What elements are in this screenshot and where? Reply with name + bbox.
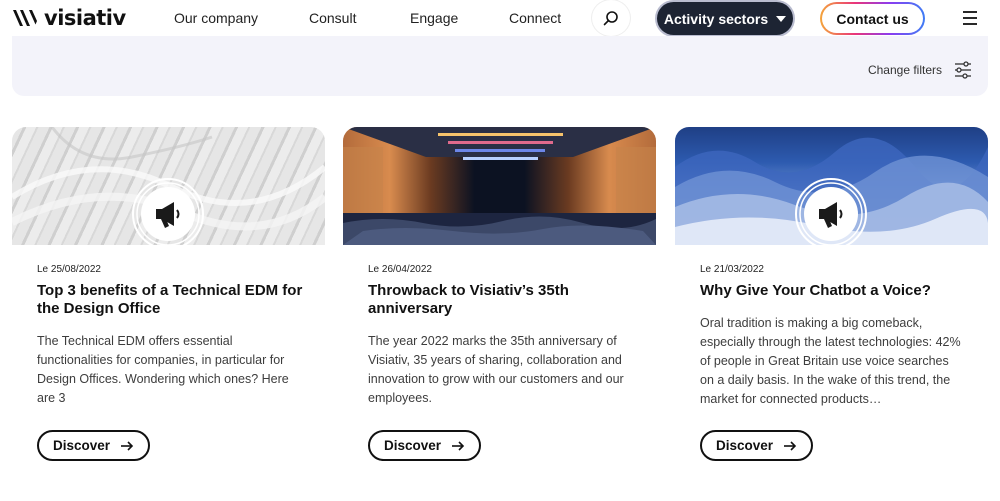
nav-consult[interactable]: Consult	[309, 10, 356, 26]
filter-sliders-icon[interactable]	[954, 61, 972, 79]
article-description: The year 2022 marks the 35th anniversary…	[368, 334, 624, 405]
logo-mark-icon	[13, 10, 37, 26]
article-card[interactable]: Le 25/08/2022 Top 3 benefits of a Techni…	[12, 127, 325, 461]
article-image-art	[343, 127, 656, 245]
filter-bar: Change filters	[12, 36, 988, 96]
discover-button[interactable]: Discover	[37, 430, 150, 461]
megaphone-badge	[132, 178, 204, 245]
megaphone-icon	[132, 178, 204, 245]
megaphone-icon	[795, 178, 867, 245]
arrow-right-icon	[121, 440, 134, 451]
article-image[interactable]	[343, 127, 656, 245]
article-date: Le 21/03/2022	[700, 264, 764, 275]
change-filters-link[interactable]: Change filters	[868, 63, 942, 77]
nav-engage[interactable]: Engage	[410, 10, 458, 26]
activity-sectors-label: Activity sectors	[663, 10, 769, 27]
menu-icon	[963, 11, 977, 25]
article-date: Le 26/04/2022	[368, 264, 432, 275]
nav-our-company[interactable]: Our company	[174, 10, 258, 26]
activity-sectors-button[interactable]: Activity sectors	[657, 2, 793, 35]
article-image[interactable]	[12, 127, 325, 245]
search-button[interactable]	[592, 0, 630, 36]
article-description: Oral tradition is making a big comeback,…	[700, 316, 961, 406]
discover-button[interactable]: Discover	[700, 430, 813, 461]
discover-label: Discover	[52, 438, 111, 453]
nav-connect[interactable]: Connect	[509, 10, 561, 26]
article-card[interactable]: Le 26/04/2022 Throwback to Visiativ’s 35…	[343, 127, 656, 461]
caret-down-icon	[776, 15, 787, 22]
contact-us-label: Contact us	[822, 4, 923, 33]
contact-us-button[interactable]: Contact us	[820, 2, 925, 35]
discover-button[interactable]: Discover	[368, 430, 481, 461]
discover-label: Discover	[715, 438, 774, 453]
discover-label: Discover	[383, 438, 442, 453]
visiativ-logo[interactable]: visiativ	[12, 6, 126, 30]
article-title[interactable]: Top 3 benefits of a Technical EDM for th…	[37, 282, 307, 318]
article-date: Le 25/08/2022	[37, 264, 101, 275]
menu-button[interactable]	[951, 0, 989, 36]
article-title[interactable]: Why Give Your Chatbot a Voice?	[700, 282, 970, 300]
article-card[interactable]: Le 21/03/2022 Why Give Your Chatbot a Vo…	[675, 127, 988, 461]
arrow-right-icon	[784, 440, 797, 451]
article-description: The Technical EDM offers essential funct…	[37, 334, 289, 405]
megaphone-badge	[795, 178, 867, 245]
arrow-right-icon	[452, 440, 465, 451]
search-icon	[603, 11, 618, 26]
logo-text: visiativ	[44, 6, 126, 30]
article-title[interactable]: Throwback to Visiativ’s 35th anniversary	[368, 282, 638, 318]
top-navigation: visiativ Our company Consult Engage Conn…	[0, 0, 1000, 36]
article-image[interactable]	[675, 127, 988, 245]
